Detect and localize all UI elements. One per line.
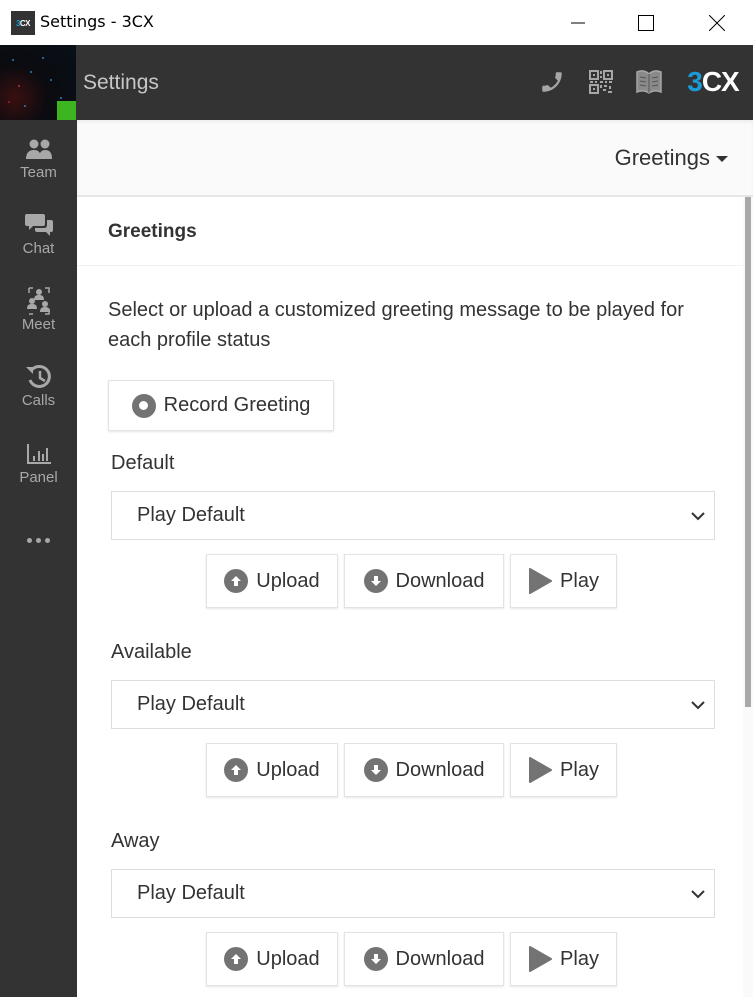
divider	[77, 265, 743, 266]
app-logo-icon: 3 CX	[11, 11, 35, 35]
sidebar-item-panel[interactable]: Panel	[0, 440, 77, 506]
upload-button[interactable]: Upload	[206, 743, 338, 797]
select-value: Play Default	[137, 693, 245, 715]
download-icon	[363, 569, 388, 593]
greeting-select-available[interactable]: Play Default	[111, 680, 715, 729]
section-dropdown-label: Greetings	[614, 145, 710, 170]
presence-status-indicator	[57, 101, 76, 120]
upload-label: Upload	[256, 758, 320, 781]
meet-icon	[24, 287, 54, 315]
description-text: Select or upload a customized greeting m…	[108, 299, 684, 351]
download-icon	[363, 947, 388, 971]
section-title: Greetings	[108, 221, 197, 242]
user-avatar[interactable]	[0, 45, 76, 120]
sidebar-item-label: Team	[20, 164, 57, 181]
minimize-icon	[571, 22, 585, 23]
greeting-select-away[interactable]: Play Default	[111, 869, 715, 918]
download-button[interactable]: Download	[344, 743, 504, 797]
play-button[interactable]: Play	[510, 743, 617, 797]
chevron-down-icon	[691, 701, 705, 710]
download-label: Download	[395, 947, 485, 970]
greeting-select-default[interactable]: Play Default	[111, 491, 715, 540]
settings-subheader: Greetings	[77, 120, 753, 197]
history-icon	[24, 363, 54, 391]
play-label: Play	[560, 947, 599, 970]
sidebar-item-chat[interactable]: Chat	[0, 211, 77, 277]
sidebar-item-calls[interactable]: Calls	[0, 363, 77, 429]
sidebar-item-label: Chat	[22, 240, 55, 257]
sidebar-nav: Team Chat Meet Calls Panel	[0, 120, 77, 997]
sidebar-item-meet[interactable]: Meet	[0, 287, 77, 353]
maximize-icon	[638, 14, 654, 31]
download-button[interactable]: Download	[344, 554, 504, 608]
sidebar-item-label: Calls	[21, 392, 56, 409]
greeting-label-default: Default	[111, 452, 175, 474]
record-greeting-label: Record Greeting	[163, 394, 311, 416]
play-label: Play	[560, 758, 599, 781]
close-icon	[709, 14, 725, 31]
logo-suffix: CX	[701, 66, 740, 97]
panel-icon	[24, 440, 54, 468]
select-value: Play Default	[137, 882, 245, 904]
play-label: Play	[560, 569, 599, 592]
book-icon[interactable]	[632, 67, 666, 97]
select-value: Play Default	[137, 504, 245, 526]
team-icon	[24, 135, 54, 163]
sidebar-item-label: Panel	[19, 469, 58, 486]
play-icon	[529, 757, 553, 783]
upload-icon	[224, 947, 249, 971]
greeting-label-away: Away	[111, 830, 160, 852]
download-icon	[363, 758, 388, 782]
chevron-down-icon	[691, 512, 705, 521]
maximize-button[interactable]	[623, 0, 669, 45]
app-icon-suffix: CX	[19, 18, 31, 28]
settings-section-dropdown[interactable]: Greetings	[615, 145, 728, 171]
scrollbar-thumb[interactable]	[745, 197, 751, 707]
upload-button[interactable]: Upload	[206, 554, 338, 608]
upload-button[interactable]: Upload	[206, 932, 338, 986]
download-label: Download	[395, 569, 485, 592]
phone-icon[interactable]	[536, 67, 568, 97]
upload-label: Upload	[256, 947, 320, 970]
chevron-down-icon	[691, 890, 705, 899]
sidebar-item-team[interactable]: Team	[0, 135, 77, 201]
record-icon	[131, 393, 156, 418]
greetings-panel: Greetings Select or upload a customized …	[77, 197, 743, 997]
upload-label: Upload	[256, 569, 320, 592]
greeting-label-available: Available	[111, 641, 192, 663]
download-button[interactable]: Download	[344, 932, 504, 986]
minimize-button[interactable]	[555, 0, 601, 45]
play-icon	[529, 568, 553, 594]
upload-icon	[224, 758, 249, 782]
brand-logo: 3 CX	[681, 66, 745, 97]
header-title: Settings	[83, 71, 159, 94]
app-header: Settings 3 CX	[0, 45, 753, 120]
caret-down-icon	[716, 156, 728, 162]
qr-code-icon[interactable]	[586, 67, 616, 97]
play-button[interactable]: Play	[510, 554, 617, 608]
record-greeting-button[interactable]: Record Greeting	[108, 380, 334, 431]
sidebar-item-label: Meet	[21, 316, 56, 333]
more-icon[interactable]	[0, 530, 77, 550]
upload-icon	[224, 569, 249, 593]
close-button[interactable]	[694, 0, 740, 45]
download-label: Download	[395, 758, 485, 781]
chat-icon	[24, 211, 54, 239]
play-icon	[529, 946, 553, 972]
window-title-bar: 3 CX Settings - 3CX	[0, 0, 753, 45]
logo-prefix: 3	[687, 66, 703, 97]
content-scrollbar[interactable]	[743, 197, 753, 997]
play-button[interactable]: Play	[510, 932, 617, 986]
window-title: Settings - 3CX	[40, 12, 154, 31]
